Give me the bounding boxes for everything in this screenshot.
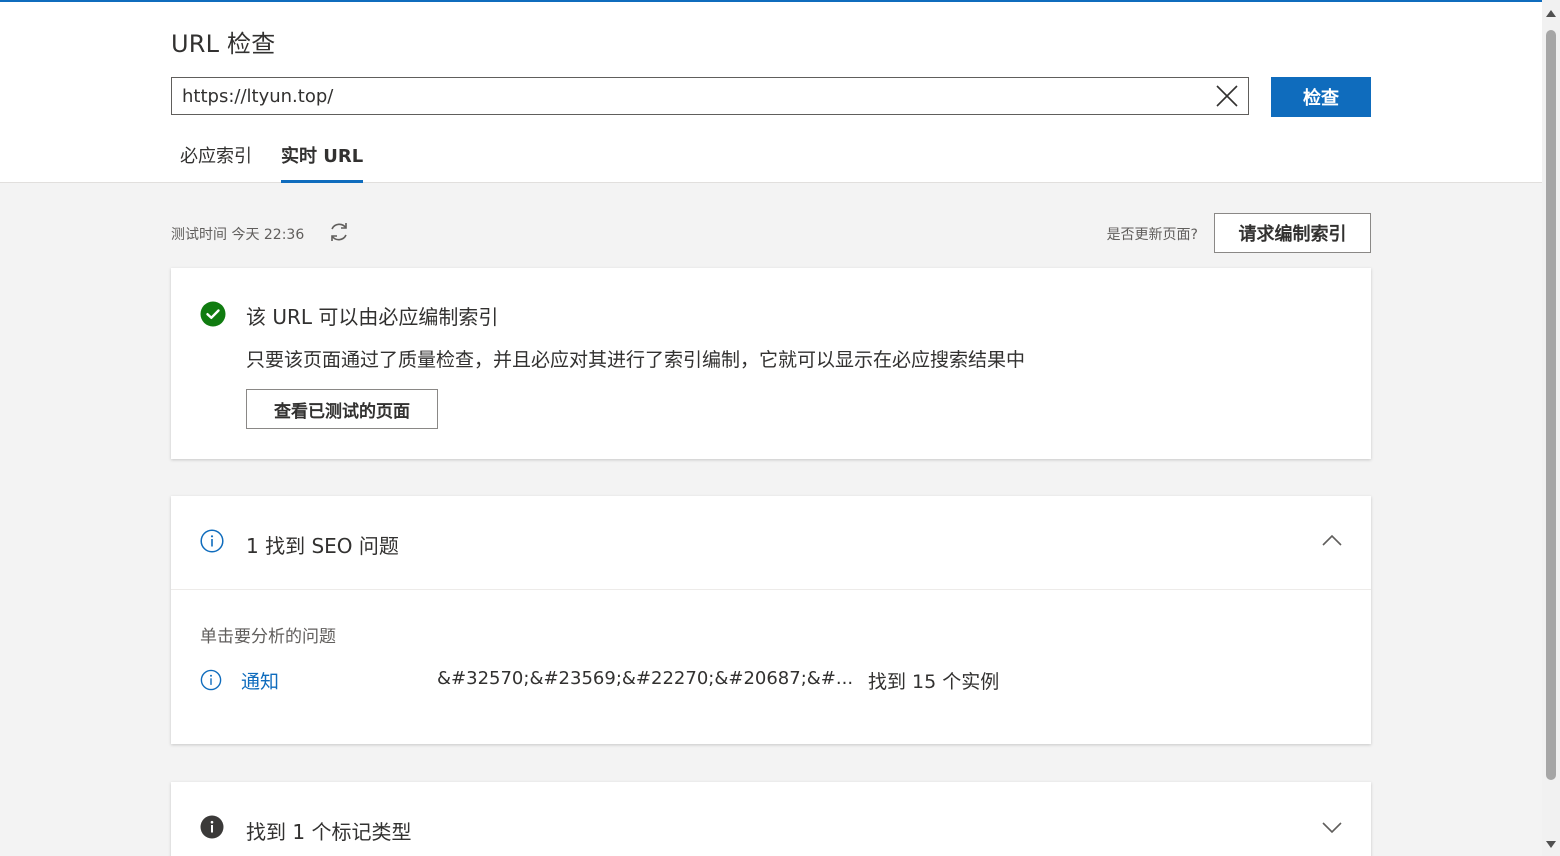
view-tested-page-button[interactable]: 查看已测试的页面	[246, 389, 438, 429]
markup-types-card: 找到 1 个标记类型	[171, 782, 1371, 856]
page-viewport: URL 检查 检查 必应索引 实时 URL 测试时间 今天 22:36 是否更新…	[0, 0, 1560, 856]
chevron-down-icon	[1322, 822, 1342, 834]
info-icon	[200, 529, 224, 553]
request-indexing-button[interactable]: 请求编制索引	[1214, 213, 1371, 253]
refresh-icon	[331, 223, 347, 241]
close-icon	[1216, 85, 1238, 107]
update-page-question: 是否更新页面?	[1106, 227, 1198, 243]
page-title: URL 检查	[171, 30, 276, 58]
index-status-card: 该 URL 可以由必应编制索引 只要该页面通过了质量检查，并且必应对其进行了索引…	[171, 268, 1371, 459]
page-header: URL 检查 检查 必应索引 实时 URL	[0, 2, 1542, 183]
issue-type-link[interactable]: 通知	[241, 667, 279, 694]
vertical-scrollbar[interactable]	[1542, 0, 1560, 856]
tab-live-url[interactable]: 实时 URL	[281, 142, 364, 183]
tab-bing-index[interactable]: 必应索引	[180, 142, 252, 180]
markup-section-header[interactable]: 找到 1 个标记类型	[171, 782, 1371, 856]
check-circle-icon	[200, 301, 226, 327]
chevron-up-icon	[1322, 534, 1342, 546]
scroll-up-arrow[interactable]	[1546, 10, 1556, 17]
seo-section-header[interactable]: 1 找到 SEO 问题	[171, 496, 1371, 590]
issue-detail: &#32570;&#23569;&#22270;&#20687;&#...	[437, 668, 854, 689]
index-status-title: 该 URL 可以由必应编制索引	[246, 305, 499, 329]
seo-section-title: 1 找到 SEO 问题	[246, 534, 399, 558]
info-filled-icon	[200, 815, 224, 839]
scroll-down-arrow[interactable]	[1546, 841, 1556, 848]
check-button[interactable]: 检查	[1271, 77, 1371, 117]
collapse-seo-button[interactable]	[1321, 530, 1343, 552]
test-time-label: 测试时间 今天 22:36	[171, 227, 305, 243]
info-icon	[200, 669, 222, 691]
scroll-thumb[interactable]	[1546, 30, 1556, 780]
refresh-button[interactable]	[328, 221, 350, 243]
seo-hint-text: 单击要分析的问题	[200, 627, 336, 647]
url-input-box	[171, 77, 1249, 115]
clear-url-button[interactable]	[1214, 83, 1240, 109]
expand-markup-button[interactable]	[1321, 816, 1343, 838]
index-status-description: 只要该页面通过了质量检查，并且必应对其进行了索引编制，它就可以显示在必应搜索结果…	[246, 349, 1026, 371]
seo-issues-card: 1 找到 SEO 问题 单击要分析的问题 通知 &#32570;&#23569;…	[171, 496, 1371, 744]
issue-row[interactable]: 通知 &#32570;&#23569;&#22270;&#20687;&#...…	[200, 666, 1340, 696]
url-input[interactable]	[172, 78, 1202, 114]
markup-section-title: 找到 1 个标记类型	[246, 820, 412, 844]
issue-count: 找到 15 个实例	[868, 671, 1000, 693]
